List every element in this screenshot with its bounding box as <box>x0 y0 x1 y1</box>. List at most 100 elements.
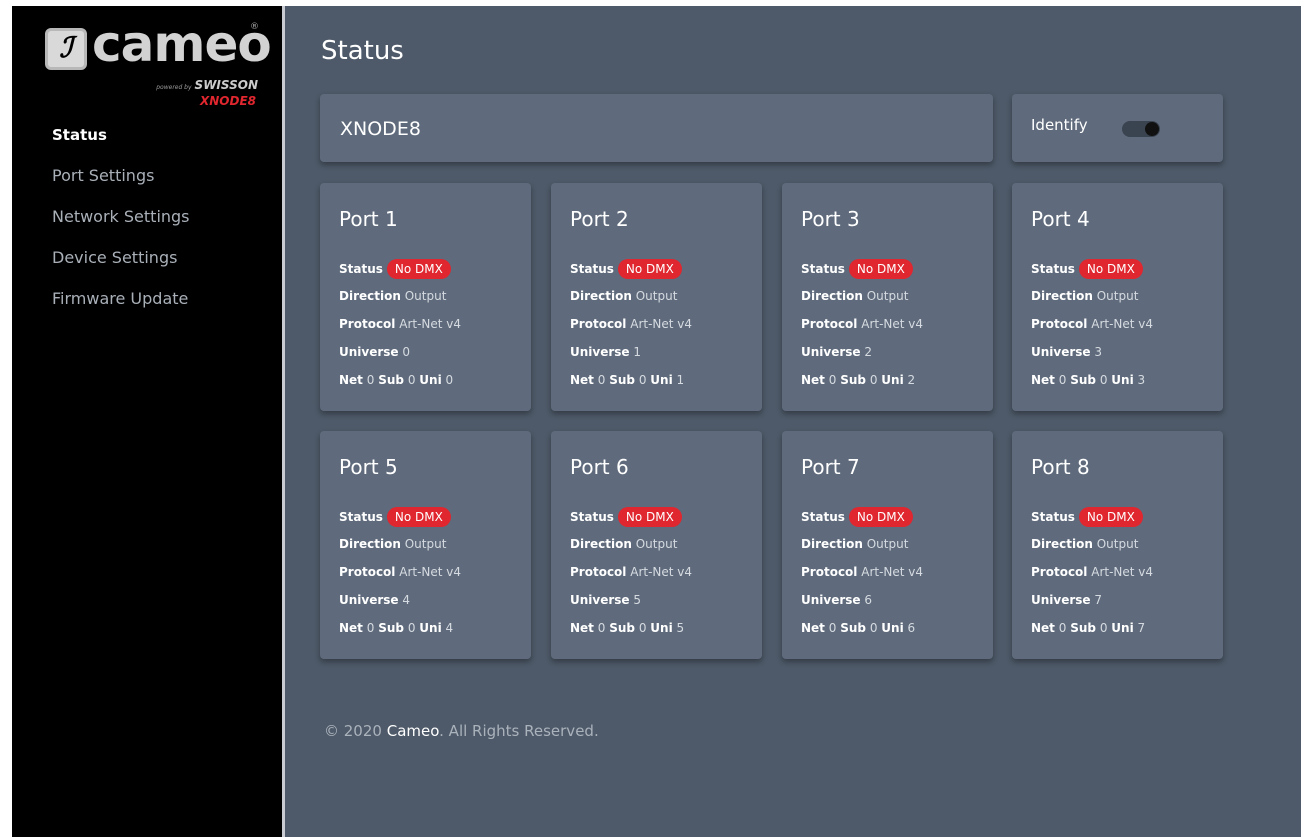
powered-by-prefix: powered by <box>156 84 192 91</box>
status-label: Status <box>570 262 614 276</box>
port-title: Port 8 <box>1031 455 1090 479</box>
protocol-label: Protocol <box>339 317 396 331</box>
direction-label: Direction <box>1031 289 1093 303</box>
port-universe-row: Universe 4 <box>339 591 461 619</box>
port-status-row: Status No DMX <box>339 507 461 535</box>
net-value: 0 <box>597 621 606 635</box>
protocol-label: Protocol <box>1031 565 1088 579</box>
port-direction-row: Direction Output <box>339 535 461 563</box>
port-direction-row: Direction Output <box>339 287 461 315</box>
net-label: Net <box>339 373 363 387</box>
port-details: Status No DMX Direction Output Protocol A… <box>1031 259 1153 399</box>
footer-prefix: © 2020 <box>324 722 387 740</box>
net-label: Net <box>570 373 594 387</box>
uni-label: Uni <box>1111 373 1134 387</box>
sub-label: Sub <box>840 373 866 387</box>
port-universe-row: Universe 6 <box>801 591 923 619</box>
status-label: Status <box>1031 262 1075 276</box>
net-value: 0 <box>366 373 375 387</box>
direction-value: Output <box>866 537 909 551</box>
universe-label: Universe <box>801 593 861 607</box>
direction-label: Direction <box>339 537 401 551</box>
direction-value: Output <box>1096 537 1139 551</box>
identify-toggle[interactable] <box>1122 121 1160 137</box>
protocol-label: Protocol <box>339 565 396 579</box>
protocol-value: Art-Net v4 <box>861 317 924 331</box>
port-details: Status No DMX Direction Output Protocol A… <box>801 507 923 647</box>
uni-value: 2 <box>907 373 916 387</box>
uni-value: 5 <box>676 621 685 635</box>
identify-label: Identify <box>1031 116 1088 134</box>
direction-value: Output <box>866 289 909 303</box>
sub-label: Sub <box>1070 621 1096 635</box>
protocol-value: Art-Net v4 <box>1091 317 1154 331</box>
port-details: Status No DMX Direction Output Protocol A… <box>570 259 692 399</box>
port-status-row: Status No DMX <box>1031 259 1153 287</box>
uni-label: Uni <box>650 621 673 635</box>
footer-suffix: . All Rights Reserved. <box>439 722 599 740</box>
net-value: 0 <box>597 373 606 387</box>
port-universe-row: Universe 1 <box>570 343 692 371</box>
port-card-2: Port 2 Status No DMX Direction Output Pro… <box>551 183 762 411</box>
port-protocol-row: Protocol Art-Net v4 <box>801 563 923 591</box>
toggle-knob <box>1145 122 1159 136</box>
universe-value: 6 <box>864 593 873 607</box>
universe-label: Universe <box>801 345 861 359</box>
direction-value: Output <box>404 537 447 551</box>
sub-value: 0 <box>1099 373 1108 387</box>
sidebar-item-port-settings[interactable]: Port Settings <box>52 165 190 206</box>
sub-value: 0 <box>638 621 647 635</box>
protocol-value: Art-Net v4 <box>861 565 924 579</box>
port-address-row: Net 0 Sub 0 Uni 6 <box>801 619 923 647</box>
status-badge: No DMX <box>617 259 682 279</box>
protocol-value: Art-Net v4 <box>399 317 462 331</box>
universe-value: 0 <box>402 345 411 359</box>
port-protocol-row: Protocol Art-Net v4 <box>1031 563 1153 591</box>
status-badge: No DMX <box>386 259 451 279</box>
sidebar-nav: Status Port Settings Network Settings De… <box>52 124 190 329</box>
sub-value: 0 <box>869 373 878 387</box>
protocol-label: Protocol <box>801 317 858 331</box>
direction-value: Output <box>1096 289 1139 303</box>
sub-label: Sub <box>609 373 635 387</box>
swisson-brand: SWISSON <box>194 78 258 92</box>
status-badge: No DMX <box>1078 507 1143 527</box>
universe-value: 2 <box>864 345 873 359</box>
sidebar-item-firmware-update[interactable]: Firmware Update <box>52 288 190 329</box>
uni-value: 7 <box>1137 621 1146 635</box>
universe-value: 7 <box>1094 593 1103 607</box>
uni-value: 1 <box>676 373 685 387</box>
sub-value: 0 <box>407 373 416 387</box>
port-card-1: Port 1 Status No DMX Direction Output Pro… <box>320 183 531 411</box>
net-label: Net <box>570 621 594 635</box>
sidebar-item-device-settings[interactable]: Device Settings <box>52 247 190 288</box>
port-direction-row: Direction Output <box>1031 535 1153 563</box>
protocol-label: Protocol <box>1031 317 1088 331</box>
net-label: Net <box>801 373 825 387</box>
powered-by: powered by SWISSON <box>156 78 258 92</box>
sidebar-item-status[interactable]: Status <box>52 124 190 165</box>
sub-label: Sub <box>840 621 866 635</box>
protocol-label: Protocol <box>570 317 627 331</box>
status-badge: No DMX <box>848 259 913 279</box>
device-name-card: XNODE8 <box>320 94 993 162</box>
status-badge: No DMX <box>1078 259 1143 279</box>
universe-value: 5 <box>633 593 642 607</box>
protocol-value: Art-Net v4 <box>630 565 693 579</box>
uni-label: Uni <box>881 621 904 635</box>
port-address-row: Net 0 Sub 0 Uni 2 <box>801 371 923 399</box>
direction-value: Output <box>404 289 447 303</box>
direction-label: Direction <box>339 289 401 303</box>
net-value: 0 <box>366 621 375 635</box>
sidebar-item-network-settings[interactable]: Network Settings <box>52 206 190 247</box>
net-label: Net <box>339 621 363 635</box>
port-protocol-row: Protocol Art-Net v4 <box>801 315 923 343</box>
uni-label: Uni <box>1111 621 1134 635</box>
status-label: Status <box>339 262 383 276</box>
port-protocol-row: Protocol Art-Net v4 <box>339 563 461 591</box>
registered-mark: ® <box>250 22 259 32</box>
net-label: Net <box>1031 373 1055 387</box>
uni-label: Uni <box>419 621 442 635</box>
sub-value: 0 <box>638 373 647 387</box>
port-title: Port 5 <box>339 455 398 479</box>
